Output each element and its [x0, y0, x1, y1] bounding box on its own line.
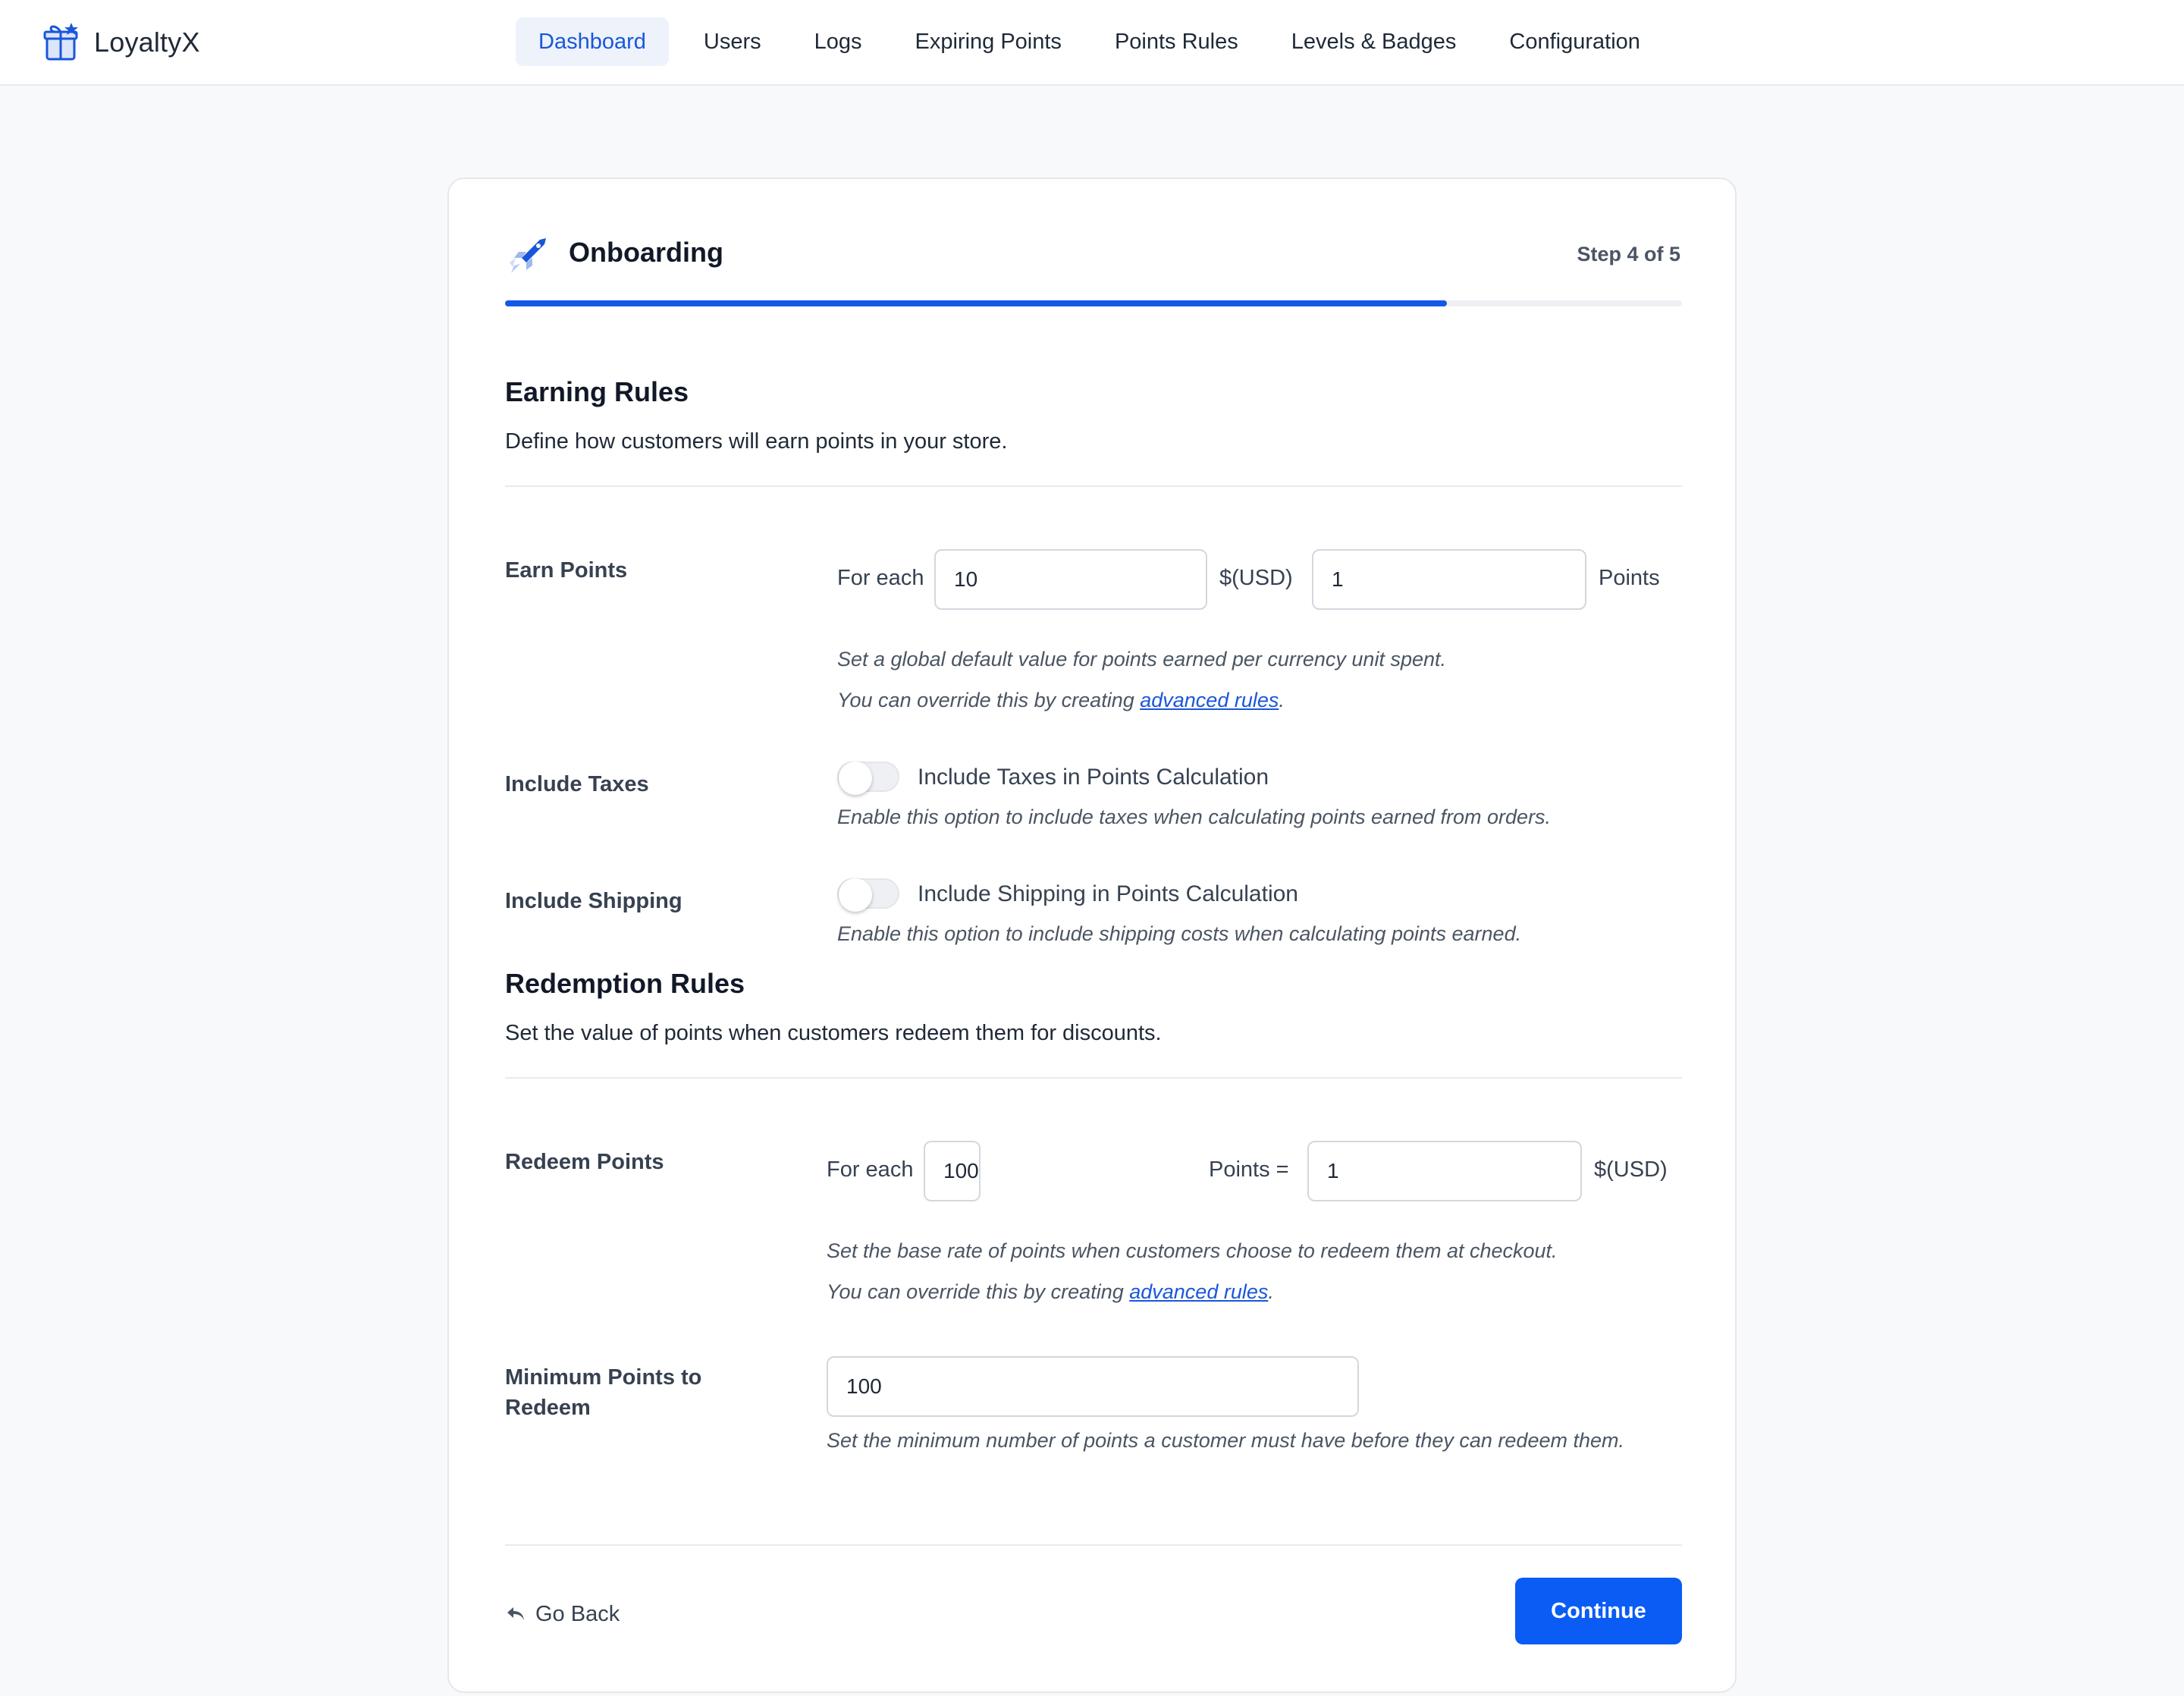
- top-navigation-bar: LoyaltyX Dashboard Users Logs Expiring P…: [0, 0, 2184, 86]
- include-shipping-hint: Enable this option to include shipping c…: [837, 922, 1522, 945]
- override-hint-text: You can override this by creating: [827, 1280, 1130, 1303]
- redeem-points-override-hint: You can override this by creating advanc…: [827, 1276, 1274, 1308]
- earning-rules-description: Define how customers will earn points in…: [505, 429, 1008, 454]
- earn-points-override-hint: You can override this by creating advanc…: [837, 684, 1285, 716]
- override-hint-end: .: [1279, 689, 1285, 711]
- include-taxes-toggle-label: Include Taxes in Points Calculation: [918, 765, 1269, 790]
- advanced-rules-link[interactable]: advanced rules: [1140, 689, 1279, 711]
- earn-for-each-text: For each: [837, 566, 924, 590]
- nav-item-dashboard[interactable]: Dashboard: [516, 17, 669, 66]
- gift-icon: [43, 23, 78, 61]
- brand-name: LoyaltyX: [94, 27, 200, 58]
- redeem-currency-text: $(USD): [1594, 1157, 1668, 1182]
- earn-currency-text: $(USD): [1219, 566, 1293, 590]
- onboarding-title: Onboarding: [569, 237, 723, 268]
- onboarding-card: Onboarding Step 4 of 5 Earning Rules Def…: [447, 177, 1737, 1693]
- redeem-points-label: Redeem Points: [505, 1150, 664, 1174]
- redeem-points-equals-text: Points =: [1209, 1157, 1289, 1182]
- redeem-for-each-text: For each: [827, 1157, 914, 1182]
- go-back-button[interactable]: Go Back: [505, 1597, 620, 1631]
- redeem-points-input[interactable]: 100: [924, 1141, 981, 1201]
- nav-item-levels-badges[interactable]: Levels & Badges: [1269, 17, 1480, 66]
- include-shipping-label: Include Shipping: [505, 889, 682, 913]
- toggle-knob: [839, 878, 872, 912]
- minimum-points-input[interactable]: 100: [827, 1356, 1359, 1417]
- go-back-label: Go Back: [535, 1601, 620, 1626]
- include-taxes-toggle[interactable]: [837, 762, 899, 795]
- include-shipping-toggle-label: Include Shipping in Points Calculation: [918, 881, 1298, 906]
- nav-item-users[interactable]: Users: [676, 17, 784, 66]
- step-indicator: Step 4 of 5: [1577, 243, 1680, 265]
- minimum-points-label: Minimum Points to Redeem: [505, 1365, 702, 1420]
- redemption-rules-title: Redemption Rules: [505, 968, 745, 999]
- progress-bar: [505, 300, 1682, 306]
- earn-amount-input[interactable]: 10: [934, 549, 1207, 610]
- override-hint-text: You can override this by creating: [837, 689, 1141, 711]
- divider: [505, 1077, 1682, 1079]
- nav-item-points-rules[interactable]: Points Rules: [1092, 17, 1261, 66]
- nav-item-configuration[interactable]: Configuration: [1486, 17, 1663, 66]
- redeem-points-hint: Set the base rate of points when custome…: [827, 1239, 1558, 1262]
- progress-bar-fill: [505, 300, 1447, 306]
- redemption-rules-description: Set the value of points when customers r…: [505, 1021, 1162, 1045]
- include-shipping-toggle[interactable]: [837, 878, 899, 912]
- earning-rules-title: Earning Rules: [505, 376, 689, 407]
- advanced-rules-link[interactable]: advanced rules: [1129, 1280, 1268, 1303]
- include-taxes-hint: Enable this option to include taxes when…: [837, 806, 1552, 828]
- continue-button[interactable]: Continue: [1515, 1578, 1682, 1644]
- minimum-points-hint: Set the minimum number of points a custo…: [827, 1429, 1624, 1452]
- rocket-icon: [510, 238, 546, 273]
- redeem-amount-input[interactable]: 1: [1307, 1141, 1582, 1201]
- override-hint-end: .: [1268, 1280, 1274, 1303]
- brand[interactable]: LoyaltyX: [42, 21, 200, 64]
- divider: [505, 1544, 1682, 1546]
- divider: [505, 485, 1682, 487]
- main-nav: Dashboard Users Logs Expiring Points Poi…: [516, 17, 1671, 66]
- earn-points-hint: Set a global default value for points ea…: [837, 648, 1446, 671]
- toggle-knob: [839, 762, 872, 795]
- include-taxes-label: Include Taxes: [505, 772, 649, 796]
- earn-points-label: Earn Points: [505, 558, 628, 583]
- earn-points-suffix: Points: [1599, 566, 1660, 590]
- nav-item-logs[interactable]: Logs: [792, 17, 885, 66]
- reply-arrow-icon: [507, 1607, 524, 1620]
- earn-points-input[interactable]: 1: [1312, 549, 1586, 610]
- nav-item-expiring-points[interactable]: Expiring Points: [893, 17, 1084, 66]
